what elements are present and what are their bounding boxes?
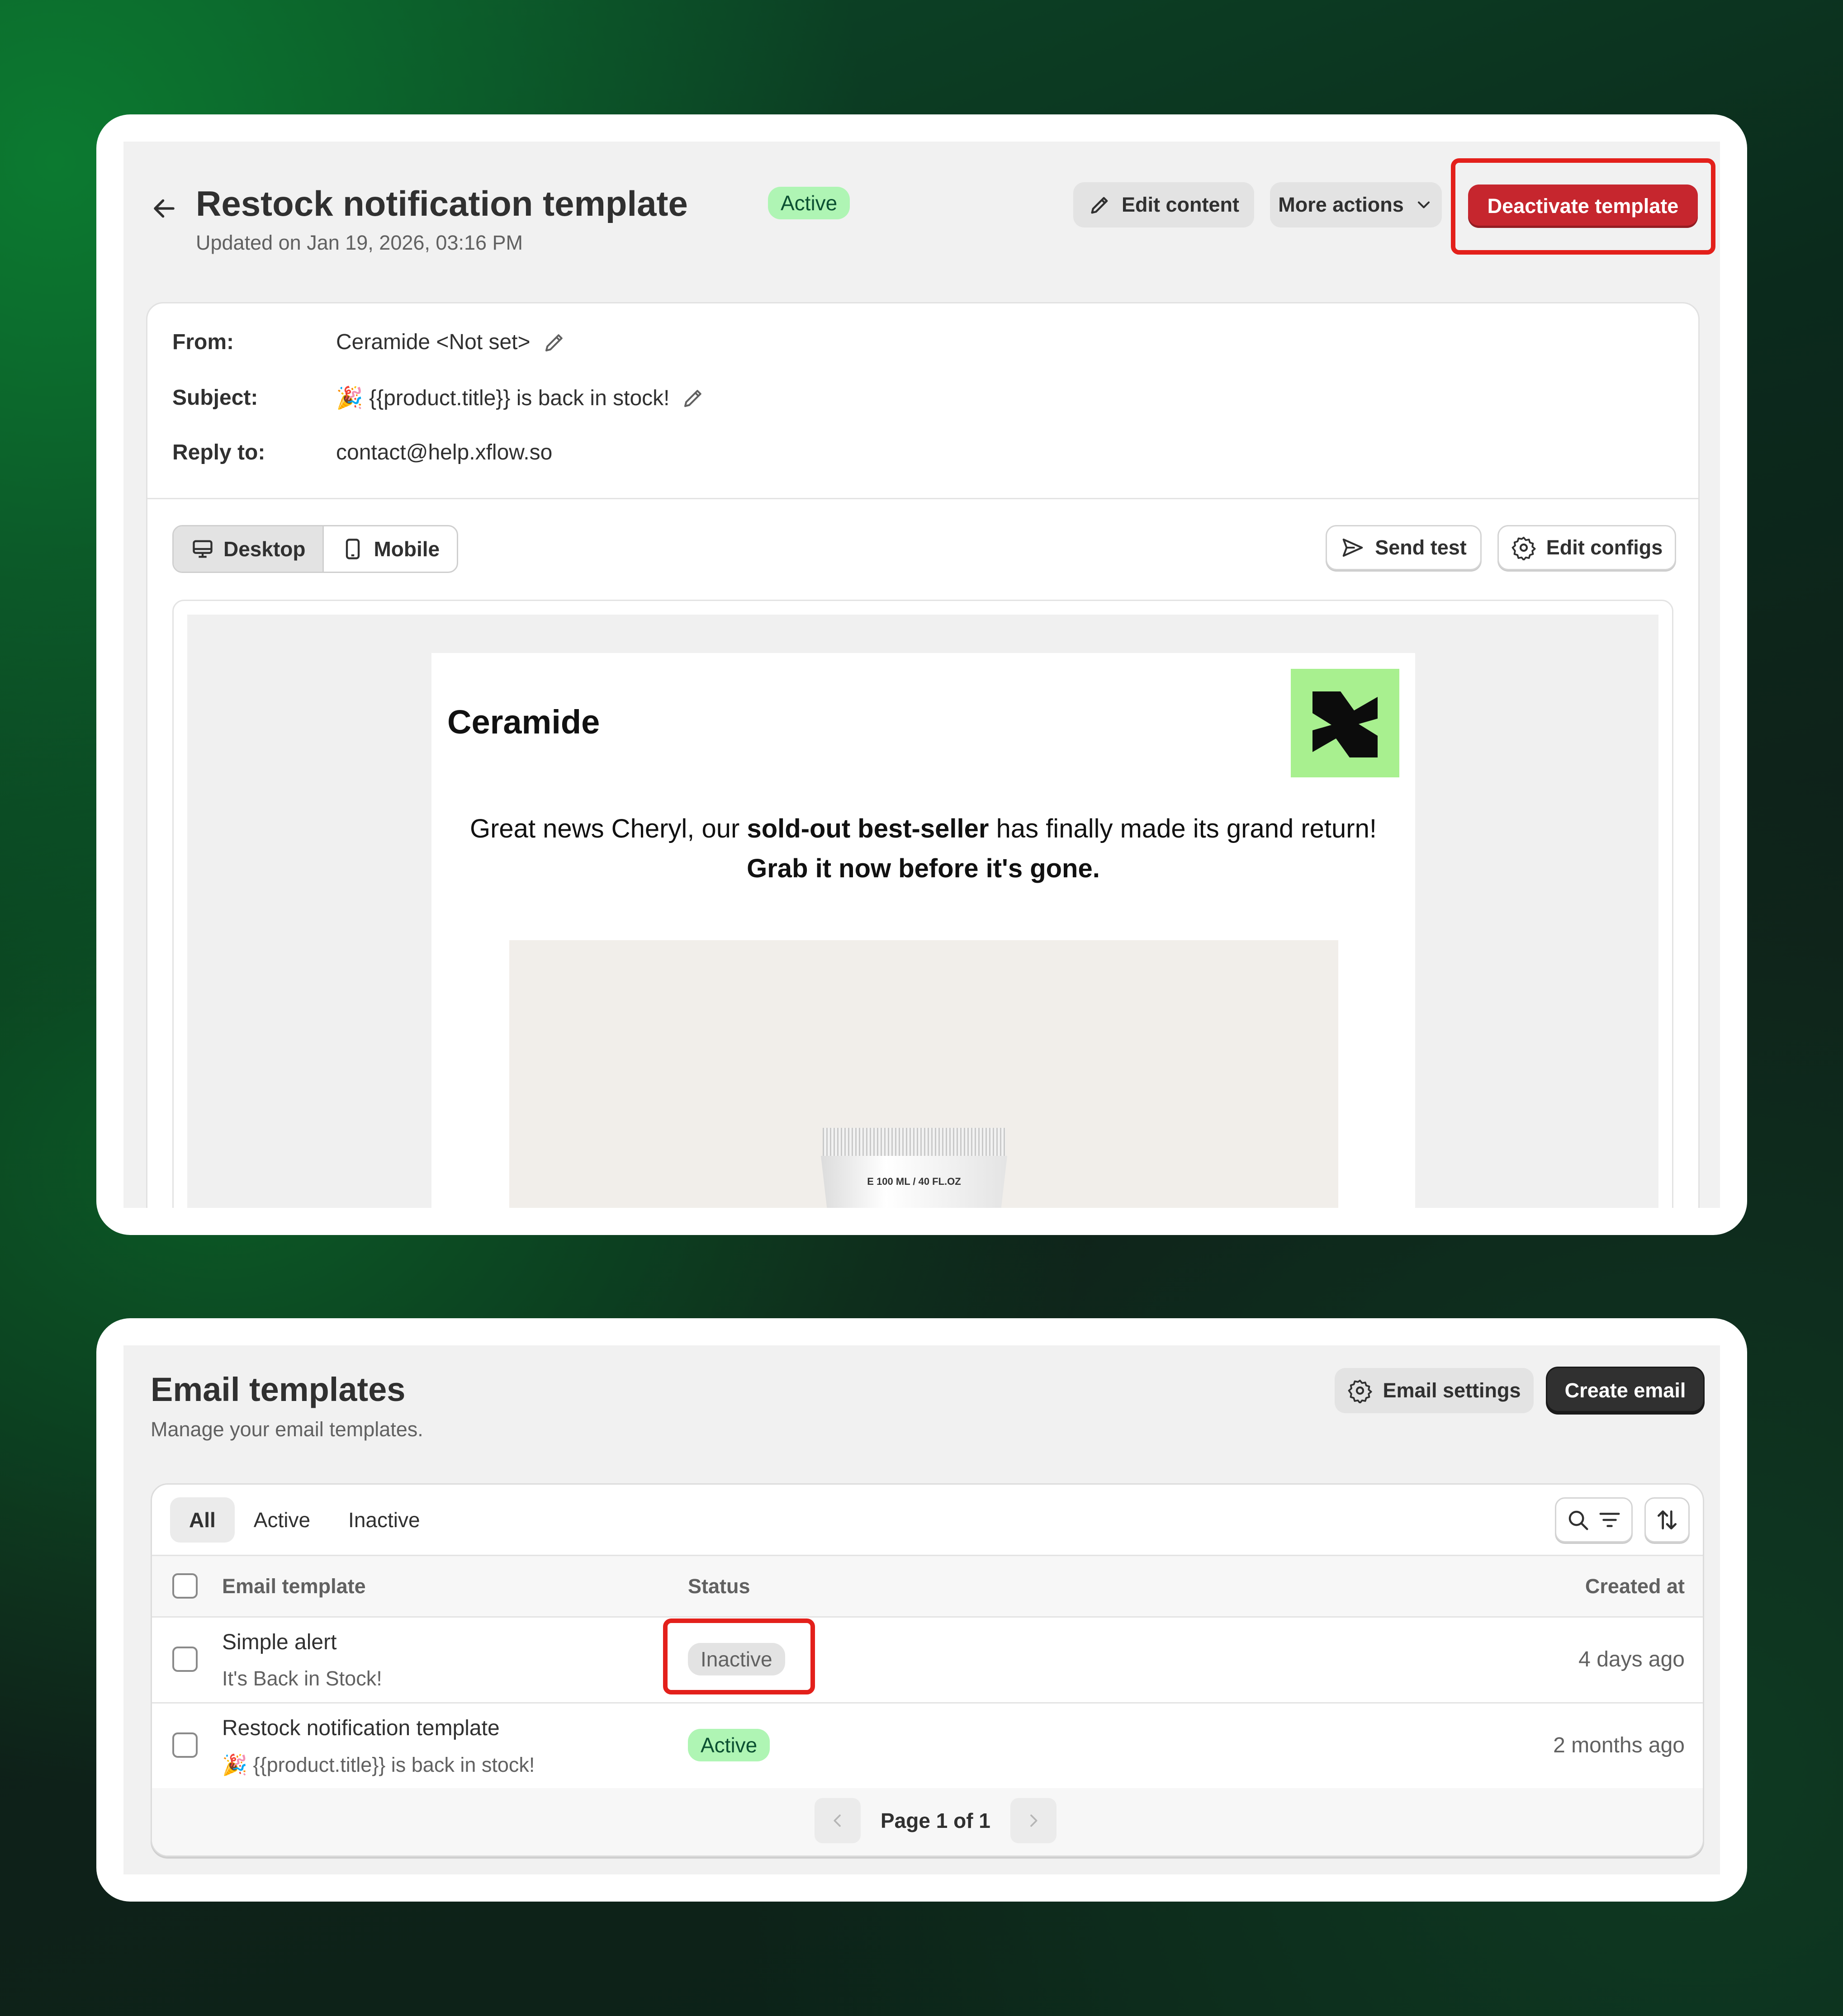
email-message: Great news Cheryl, our sold-out best-sel…: [431, 809, 1415, 889]
highlight-outline: [1451, 158, 1715, 255]
next-page-button[interactable]: [1010, 1798, 1057, 1843]
previous-page-button[interactable]: [815, 1798, 861, 1843]
edit-configs-label: Edit configs: [1546, 536, 1663, 559]
brand-name: Ceramide: [447, 703, 600, 741]
row-created-at: 2 months ago: [1553, 1733, 1685, 1757]
email-details-card: From: Ceramide <Not set> Subject: 🎉 {{pr…: [146, 302, 1700, 1208]
tab-all[interactable]: All: [170, 1497, 235, 1543]
page-title: Restock notification template: [196, 184, 688, 223]
column-email-template: Email template: [222, 1574, 366, 1598]
desktop-view-button[interactable]: Desktop: [174, 526, 324, 572]
message-emphasis: sold-out best-seller: [747, 814, 989, 843]
page-subtitle: Manage your email templates.: [151, 1418, 423, 1441]
sort-button[interactable]: [1644, 1497, 1690, 1543]
email-templates-card: Email templates Manage your email templa…: [96, 1318, 1747, 1902]
xflow-logo-icon: [1312, 691, 1378, 757]
email-settings-button[interactable]: Email settings: [1335, 1368, 1534, 1413]
filter-tabs: All Active Inactive: [170, 1497, 439, 1543]
template-detail-page: Restock notification template Active Upd…: [123, 142, 1720, 1208]
select-all-checkbox[interactable]: [172, 1573, 198, 1599]
row-subtitle: 🎉 {{product.title}} is back in stock!: [222, 1753, 535, 1776]
chevron-down-icon: [1417, 201, 1430, 208]
subject-label: Subject:: [172, 386, 258, 410]
sort-icon: [1658, 1510, 1677, 1529]
table-row[interactable]: Simple alert It's Back in Stock! Inactiv…: [152, 1616, 1703, 1704]
pagination: Page 1 of 1: [815, 1798, 1057, 1843]
message-cta: Grab it now before it's gone.: [747, 854, 1100, 883]
row-checkbox[interactable]: [172, 1732, 198, 1758]
message-rest: has finally made its grand return!: [989, 814, 1377, 843]
column-created-at: Created at: [1585, 1574, 1685, 1598]
send-test-button[interactable]: Send test: [1326, 525, 1482, 570]
search-icon: [1568, 1510, 1588, 1530]
create-email-label: Create email: [1564, 1379, 1686, 1402]
brand-logo: [1291, 669, 1399, 777]
column-status: Status: [688, 1574, 750, 1598]
mobile-label: Mobile: [374, 537, 440, 561]
tab-inactive[interactable]: Inactive: [329, 1497, 439, 1543]
templates-table: All Active Inactive Email template Statu…: [151, 1483, 1704, 1857]
send-icon: [1342, 538, 1363, 557]
table-row[interactable]: Restock notification template 🎉 {{produc…: [152, 1702, 1703, 1789]
reply-to-label: Reply to:: [172, 440, 265, 464]
chevron-left-icon: [834, 1814, 841, 1827]
view-toggle: Desktop Mobile: [172, 525, 459, 573]
pencil-icon: [1091, 197, 1108, 214]
subject-value: 🎉 {{product.title}} is back in stock!: [336, 386, 670, 410]
gear-icon: [1511, 536, 1536, 560]
edit-configs-button[interactable]: Edit configs: [1497, 525, 1676, 570]
from-row: From: Ceramide <Not set>: [172, 330, 567, 355]
product-tube-image: E 100 ML / 40 FL.OZ: [821, 1128, 1007, 1208]
mobile-icon: [346, 539, 360, 559]
status-badge: Active: [688, 1729, 770, 1761]
filter-icon: [1599, 1513, 1620, 1527]
row-title: Simple alert: [222, 1630, 337, 1654]
chevron-right-icon: [1030, 1814, 1038, 1827]
product-image: E 100 ML / 40 FL.OZ: [509, 940, 1338, 1208]
mobile-view-button[interactable]: Mobile: [324, 526, 457, 572]
email-preview: Ceramide Great news Cheryl, our sold-out…: [172, 600, 1673, 1208]
highlight-outline: [663, 1618, 815, 1694]
message-intro: Great news Cheryl, our: [470, 814, 747, 843]
email-body: Ceramide Great news Cheryl, our sold-out…: [431, 653, 1415, 1208]
row-subtitle: It's Back in Stock!: [222, 1667, 382, 1690]
more-actions-label: More actions: [1278, 193, 1404, 216]
gear-icon: [1348, 1379, 1373, 1403]
tab-active[interactable]: Active: [235, 1497, 329, 1543]
search-filter-button[interactable]: [1555, 1497, 1633, 1543]
send-test-label: Send test: [1375, 536, 1467, 559]
row-title: Restock notification template: [222, 1716, 500, 1740]
email-templates-page: Email templates Manage your email templa…: [123, 1345, 1720, 1874]
page-header: Restock notification template Active Upd…: [123, 142, 1720, 295]
table-header: Email template Status Created at: [152, 1555, 1703, 1618]
subject-row: Subject: 🎉 {{product.title}} is back in …: [172, 385, 706, 411]
reply-to-value: contact@help.xflow.so: [336, 440, 553, 464]
create-email-button[interactable]: Create email: [1547, 1368, 1703, 1413]
from-label: From:: [172, 330, 234, 354]
more-actions-button[interactable]: More actions: [1270, 182, 1442, 227]
row-created-at: 4 days ago: [1578, 1647, 1685, 1671]
preview-background: Ceramide Great news Cheryl, our sold-out…: [187, 615, 1658, 1208]
page-indicator: Page 1 of 1: [881, 1809, 990, 1832]
from-value: Ceramide <Not set>: [336, 330, 531, 354]
edit-content-label: Edit content: [1122, 193, 1239, 216]
reply-to-row: Reply to: contact@help.xflow.so: [172, 440, 552, 465]
desktop-icon: [193, 540, 213, 558]
edit-from-pencil-icon[interactable]: [542, 330, 567, 355]
divider: [147, 498, 1698, 499]
product-tube-label: E 100 ML / 40 FL.OZ: [867, 1176, 961, 1187]
back-arrow-icon[interactable]: [151, 195, 178, 222]
page-title: Email templates: [151, 1371, 406, 1408]
desktop-label: Desktop: [223, 537, 306, 561]
email-settings-label: Email settings: [1383, 1379, 1521, 1402]
template-detail-card: Restock notification template Active Upd…: [96, 114, 1747, 1235]
status-badge: Active: [768, 187, 850, 219]
row-checkbox[interactable]: [172, 1647, 198, 1672]
updated-timestamp: Updated on Jan 19, 2026, 03:16 PM: [196, 231, 523, 254]
edit-subject-pencil-icon[interactable]: [681, 386, 706, 410]
edit-content-button[interactable]: Edit content: [1073, 182, 1254, 227]
table-footer: Page 1 of 1: [152, 1788, 1703, 1855]
